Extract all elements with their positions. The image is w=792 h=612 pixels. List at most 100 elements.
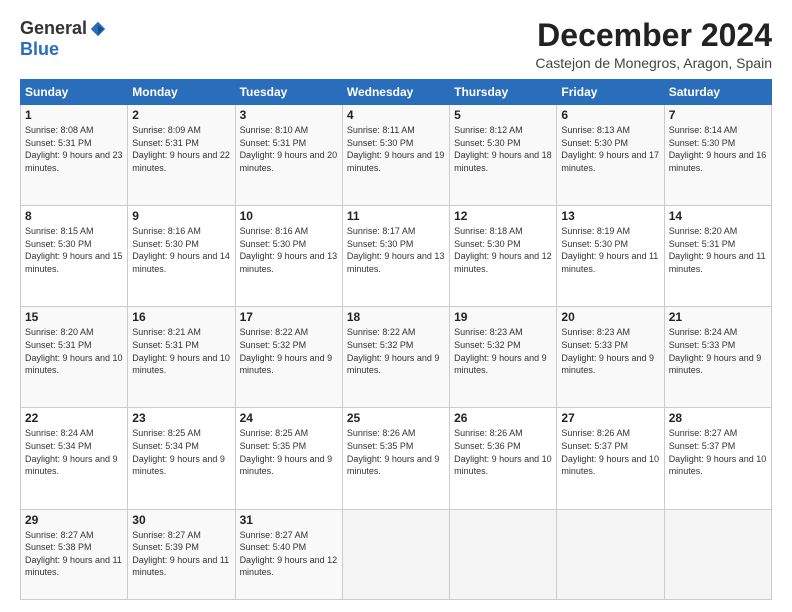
calendar-cell: 2 Sunrise: 8:09 AMSunset: 5:31 PMDayligh… [128, 105, 235, 206]
calendar-cell: 11 Sunrise: 8:17 AMSunset: 5:30 PMDaylig… [342, 206, 449, 307]
day-info: Sunrise: 8:10 AMSunset: 5:31 PMDaylight:… [240, 125, 338, 173]
day-number: 20 [561, 310, 659, 324]
calendar-cell: 3 Sunrise: 8:10 AMSunset: 5:31 PMDayligh… [235, 105, 342, 206]
calendar-table: SundayMondayTuesdayWednesdayThursdayFrid… [20, 79, 772, 600]
day-number: 28 [669, 411, 767, 425]
weekday-header-tuesday: Tuesday [235, 80, 342, 105]
calendar-week-3: 15 Sunrise: 8:20 AMSunset: 5:31 PMDaylig… [21, 307, 772, 408]
day-number: 19 [454, 310, 552, 324]
day-info: Sunrise: 8:20 AMSunset: 5:31 PMDaylight:… [669, 226, 766, 274]
day-number: 17 [240, 310, 338, 324]
day-number: 25 [347, 411, 445, 425]
calendar-cell: 1 Sunrise: 8:08 AMSunset: 5:31 PMDayligh… [21, 105, 128, 206]
day-number: 14 [669, 209, 767, 223]
calendar-cell: 9 Sunrise: 8:16 AMSunset: 5:30 PMDayligh… [128, 206, 235, 307]
calendar-cell: 30 Sunrise: 8:27 AMSunset: 5:39 PMDaylig… [128, 509, 235, 600]
day-number: 27 [561, 411, 659, 425]
calendar-cell: 8 Sunrise: 8:15 AMSunset: 5:30 PMDayligh… [21, 206, 128, 307]
calendar-cell: 31 Sunrise: 8:27 AMSunset: 5:40 PMDaylig… [235, 509, 342, 600]
day-info: Sunrise: 8:23 AMSunset: 5:32 PMDaylight:… [454, 327, 547, 375]
calendar-cell: 22 Sunrise: 8:24 AMSunset: 5:34 PMDaylig… [21, 408, 128, 509]
day-number: 4 [347, 108, 445, 122]
day-info: Sunrise: 8:17 AMSunset: 5:30 PMDaylight:… [347, 226, 445, 274]
calendar-cell: 25 Sunrise: 8:26 AMSunset: 5:35 PMDaylig… [342, 408, 449, 509]
day-info: Sunrise: 8:21 AMSunset: 5:31 PMDaylight:… [132, 327, 230, 375]
day-info: Sunrise: 8:24 AMSunset: 5:34 PMDaylight:… [25, 428, 118, 476]
calendar-cell: 19 Sunrise: 8:23 AMSunset: 5:32 PMDaylig… [450, 307, 557, 408]
calendar-cell [450, 509, 557, 600]
calendar-cell: 29 Sunrise: 8:27 AMSunset: 5:38 PMDaylig… [21, 509, 128, 600]
weekday-header-sunday: Sunday [21, 80, 128, 105]
calendar-cell: 4 Sunrise: 8:11 AMSunset: 5:30 PMDayligh… [342, 105, 449, 206]
day-number: 8 [25, 209, 123, 223]
logo-general: General [20, 18, 87, 39]
logo-icon [89, 20, 107, 38]
calendar-cell: 13 Sunrise: 8:19 AMSunset: 5:30 PMDaylig… [557, 206, 664, 307]
day-info: Sunrise: 8:12 AMSunset: 5:30 PMDaylight:… [454, 125, 552, 173]
day-number: 12 [454, 209, 552, 223]
calendar-cell: 28 Sunrise: 8:27 AMSunset: 5:37 PMDaylig… [664, 408, 771, 509]
calendar-cell [664, 509, 771, 600]
calendar-cell: 20 Sunrise: 8:23 AMSunset: 5:33 PMDaylig… [557, 307, 664, 408]
day-number: 31 [240, 513, 338, 527]
weekday-header-wednesday: Wednesday [342, 80, 449, 105]
calendar-cell: 16 Sunrise: 8:21 AMSunset: 5:31 PMDaylig… [128, 307, 235, 408]
day-number: 6 [561, 108, 659, 122]
calendar-cell: 23 Sunrise: 8:25 AMSunset: 5:34 PMDaylig… [128, 408, 235, 509]
day-number: 24 [240, 411, 338, 425]
calendar-cell: 12 Sunrise: 8:18 AMSunset: 5:30 PMDaylig… [450, 206, 557, 307]
calendar-week-2: 8 Sunrise: 8:15 AMSunset: 5:30 PMDayligh… [21, 206, 772, 307]
day-number: 22 [25, 411, 123, 425]
calendar-week-4: 22 Sunrise: 8:24 AMSunset: 5:34 PMDaylig… [21, 408, 772, 509]
day-info: Sunrise: 8:16 AMSunset: 5:30 PMDaylight:… [132, 226, 230, 274]
calendar-cell: 14 Sunrise: 8:20 AMSunset: 5:31 PMDaylig… [664, 206, 771, 307]
calendar-cell: 6 Sunrise: 8:13 AMSunset: 5:30 PMDayligh… [557, 105, 664, 206]
day-number: 9 [132, 209, 230, 223]
weekday-header-friday: Friday [557, 80, 664, 105]
day-number: 18 [347, 310, 445, 324]
logo: General Blue [20, 18, 107, 60]
weekday-header-thursday: Thursday [450, 80, 557, 105]
day-number: 21 [669, 310, 767, 324]
day-number: 10 [240, 209, 338, 223]
day-info: Sunrise: 8:20 AMSunset: 5:31 PMDaylight:… [25, 327, 123, 375]
day-info: Sunrise: 8:27 AMSunset: 5:38 PMDaylight:… [25, 530, 122, 578]
day-info: Sunrise: 8:11 AMSunset: 5:30 PMDaylight:… [347, 125, 445, 173]
day-info: Sunrise: 8:16 AMSunset: 5:30 PMDaylight:… [240, 226, 338, 274]
day-number: 7 [669, 108, 767, 122]
day-info: Sunrise: 8:15 AMSunset: 5:30 PMDaylight:… [25, 226, 123, 274]
day-info: Sunrise: 8:27 AMSunset: 5:39 PMDaylight:… [132, 530, 229, 578]
calendar-cell: 24 Sunrise: 8:25 AMSunset: 5:35 PMDaylig… [235, 408, 342, 509]
day-info: Sunrise: 8:14 AMSunset: 5:30 PMDaylight:… [669, 125, 767, 173]
header: General Blue December 2024 Castejon de M… [20, 18, 772, 71]
day-number: 26 [454, 411, 552, 425]
day-info: Sunrise: 8:22 AMSunset: 5:32 PMDaylight:… [240, 327, 333, 375]
location-subtitle: Castejon de Monegros, Aragon, Spain [535, 55, 772, 71]
day-info: Sunrise: 8:13 AMSunset: 5:30 PMDaylight:… [561, 125, 659, 173]
calendar-week-5: 29 Sunrise: 8:27 AMSunset: 5:38 PMDaylig… [21, 509, 772, 600]
calendar-cell: 17 Sunrise: 8:22 AMSunset: 5:32 PMDaylig… [235, 307, 342, 408]
day-info: Sunrise: 8:19 AMSunset: 5:30 PMDaylight:… [561, 226, 658, 274]
calendar-cell: 21 Sunrise: 8:24 AMSunset: 5:33 PMDaylig… [664, 307, 771, 408]
calendar-week-1: 1 Sunrise: 8:08 AMSunset: 5:31 PMDayligh… [21, 105, 772, 206]
day-info: Sunrise: 8:25 AMSunset: 5:34 PMDaylight:… [132, 428, 225, 476]
calendar-cell: 15 Sunrise: 8:20 AMSunset: 5:31 PMDaylig… [21, 307, 128, 408]
day-info: Sunrise: 8:18 AMSunset: 5:30 PMDaylight:… [454, 226, 552, 274]
day-info: Sunrise: 8:09 AMSunset: 5:31 PMDaylight:… [132, 125, 230, 173]
day-number: 3 [240, 108, 338, 122]
day-number: 5 [454, 108, 552, 122]
day-number: 15 [25, 310, 123, 324]
weekday-header-saturday: Saturday [664, 80, 771, 105]
calendar-cell: 18 Sunrise: 8:22 AMSunset: 5:32 PMDaylig… [342, 307, 449, 408]
calendar-cell: 5 Sunrise: 8:12 AMSunset: 5:30 PMDayligh… [450, 105, 557, 206]
day-info: Sunrise: 8:23 AMSunset: 5:33 PMDaylight:… [561, 327, 654, 375]
weekday-header-monday: Monday [128, 80, 235, 105]
day-info: Sunrise: 8:08 AMSunset: 5:31 PMDaylight:… [25, 125, 123, 173]
logo-blue: Blue [20, 39, 59, 60]
calendar-cell: 26 Sunrise: 8:26 AMSunset: 5:36 PMDaylig… [450, 408, 557, 509]
calendar-cell [557, 509, 664, 600]
day-info: Sunrise: 8:22 AMSunset: 5:32 PMDaylight:… [347, 327, 440, 375]
day-number: 30 [132, 513, 230, 527]
calendar-cell: 7 Sunrise: 8:14 AMSunset: 5:30 PMDayligh… [664, 105, 771, 206]
day-info: Sunrise: 8:24 AMSunset: 5:33 PMDaylight:… [669, 327, 762, 375]
